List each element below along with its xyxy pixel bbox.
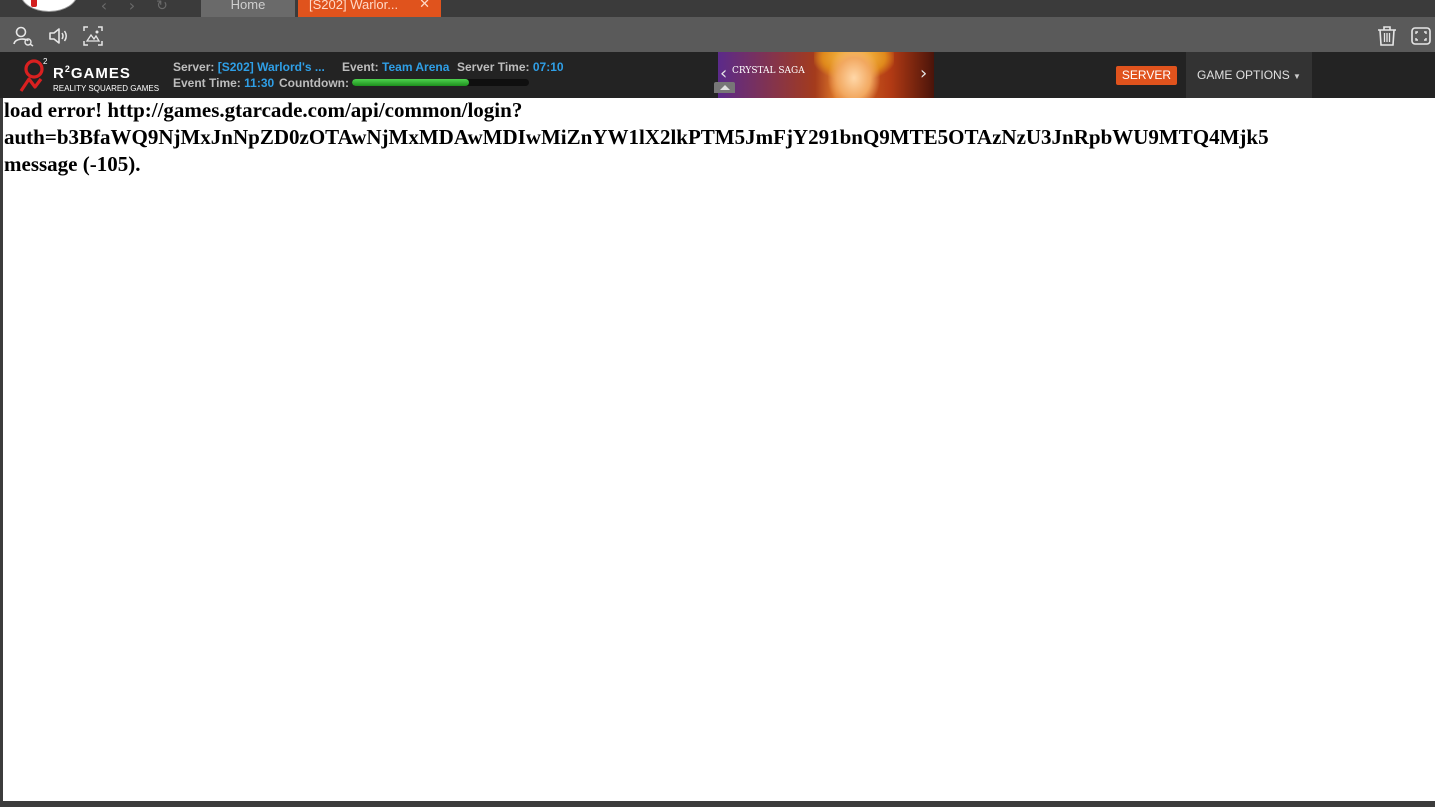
volume-icon[interactable] bbox=[47, 25, 69, 47]
banner-title: CRYSTAL SAGA bbox=[732, 66, 805, 76]
tab-game-server-label: [S202] Warlor... bbox=[309, 0, 399, 12]
collapse-header-button[interactable] bbox=[714, 82, 735, 93]
server-info: Server: [S202] Warlord's ... bbox=[173, 60, 325, 74]
promo-banner[interactable]: CRYSTAL SAGA ‹ › bbox=[718, 52, 934, 98]
server-time-value: 07:10 bbox=[532, 60, 564, 74]
event-value: Team Arena bbox=[382, 60, 450, 74]
banner-prev-button[interactable]: ‹ bbox=[720, 63, 727, 84]
server-value[interactable]: [S202] Warlord's ... bbox=[218, 60, 325, 74]
back-button[interactable]: ‹ bbox=[96, 0, 112, 14]
logo-mark-icon bbox=[31, 0, 37, 7]
tab-home[interactable]: Home bbox=[201, 0, 295, 17]
fullscreen-icon[interactable] bbox=[1410, 25, 1432, 47]
server-label: Server: bbox=[173, 60, 215, 74]
trash-icon[interactable] bbox=[1376, 25, 1398, 47]
game-options-button[interactable]: GAME OPTIONS ▼ bbox=[1186, 52, 1312, 98]
tab-close-button[interactable]: ✕ bbox=[419, 0, 430, 11]
screenshot-icon[interactable] bbox=[82, 25, 104, 47]
countdown-info: Countdown: bbox=[279, 76, 349, 90]
load-error-message: load error! http://games.gtarcade.com/ap… bbox=[4, 98, 1435, 178]
app-window: ‹ › ↻ Home [S202] Warlor... ✕ 2 R2GAMES … bbox=[0, 0, 1435, 807]
event-label: Event: bbox=[342, 60, 379, 74]
reload-button[interactable]: ↻ bbox=[154, 0, 170, 14]
chevron-down-icon: ▼ bbox=[1293, 72, 1301, 81]
banner-character-face bbox=[828, 52, 880, 98]
account-search-icon[interactable] bbox=[12, 25, 34, 47]
game-content-area: load error! http://games.gtarcade.com/ap… bbox=[3, 98, 1435, 801]
forward-button[interactable]: › bbox=[124, 0, 140, 14]
brand-tagline: REALITY SQUARED GAMES bbox=[53, 84, 160, 93]
error-line-1: load error! http://games.gtarcade.com/ap… bbox=[4, 98, 523, 122]
event-info: Event: Team Arena bbox=[342, 60, 449, 74]
countdown-progress-bar bbox=[352, 79, 529, 86]
brand-name: R2GAMES bbox=[53, 64, 131, 82]
banner-next-button[interactable]: › bbox=[920, 63, 927, 84]
event-time-info: Event Time: 11:30 bbox=[173, 76, 274, 90]
event-time-value: 11:30 bbox=[244, 76, 275, 90]
r2-logo-mark-icon: 2 bbox=[19, 57, 48, 92]
collapse-up-icon bbox=[720, 85, 730, 90]
error-line-3: message (-105). bbox=[4, 152, 141, 176]
tab-game-server[interactable]: [S202] Warlor... ✕ bbox=[298, 0, 441, 17]
tab-home-label: Home bbox=[230, 0, 266, 12]
server-time-label: Server Time: bbox=[457, 60, 530, 74]
countdown-progress-fill bbox=[352, 79, 469, 86]
server-time-info: Server Time: 07:10 bbox=[457, 60, 564, 74]
tab-bar: ‹ › ↻ Home [S202] Warlor... ✕ bbox=[0, 0, 1435, 17]
r2games-logo[interactable]: 2 R2GAMES REALITY SQUARED GAMES bbox=[17, 57, 162, 93]
server-button[interactable]: SERVER bbox=[1116, 66, 1177, 85]
svg-text:2: 2 bbox=[43, 57, 48, 66]
countdown-label: Countdown: bbox=[279, 76, 349, 90]
game-options-label: GAME OPTIONS bbox=[1197, 68, 1290, 82]
event-time-label: Event Time: bbox=[173, 76, 241, 90]
toolbar bbox=[0, 17, 1435, 52]
bottom-edge bbox=[0, 801, 1435, 807]
app-logo[interactable] bbox=[20, 0, 78, 12]
error-line-2: auth=b3BfaWQ9NjMxJnNpZD0zOTAwNjMxMDAwMDI… bbox=[4, 125, 1269, 149]
